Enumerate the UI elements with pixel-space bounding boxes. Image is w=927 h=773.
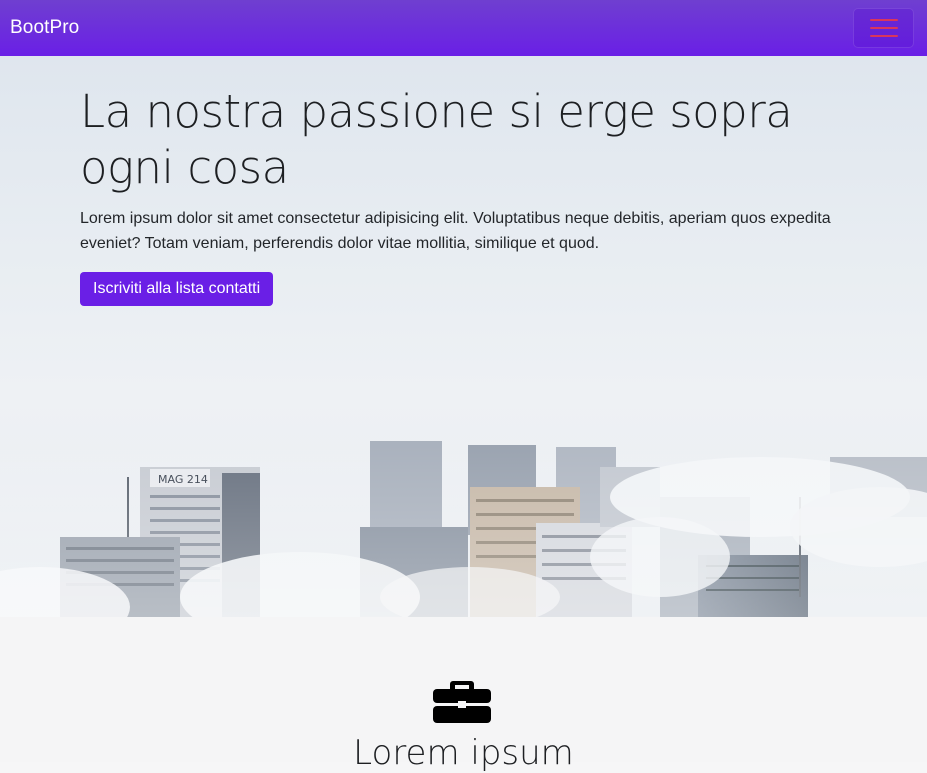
city-skyline-image: MAG 214: [0, 437, 927, 617]
brand-link[interactable]: BootPro: [10, 17, 79, 39]
briefcase-icon: [433, 681, 491, 723]
navbar: BootPro: [0, 0, 927, 56]
hamburger-menu-icon: [869, 35, 898, 37]
hero-content: La nostra passione si erge sopra ogni co…: [80, 84, 860, 306]
features-section: Lorem ipsum: [0, 617, 927, 773]
hero-section: MAG 214 La nostra passione si erge sopra…: [0, 56, 927, 617]
subscribe-button[interactable]: Iscriviti alla lista contatti: [80, 272, 274, 306]
hamburger-menu-icon: [869, 27, 898, 29]
navbar-toggler-button[interactable]: [853, 8, 914, 48]
hamburger-menu-icon: [869, 19, 898, 21]
hero-description: Lorem ipsum dolor sit amet consectetur a…: [80, 210, 831, 252]
hero-title: La nostra passione si erge sopra ogni co…: [80, 85, 793, 194]
section-title: Lorem ipsum: [353, 733, 574, 773]
